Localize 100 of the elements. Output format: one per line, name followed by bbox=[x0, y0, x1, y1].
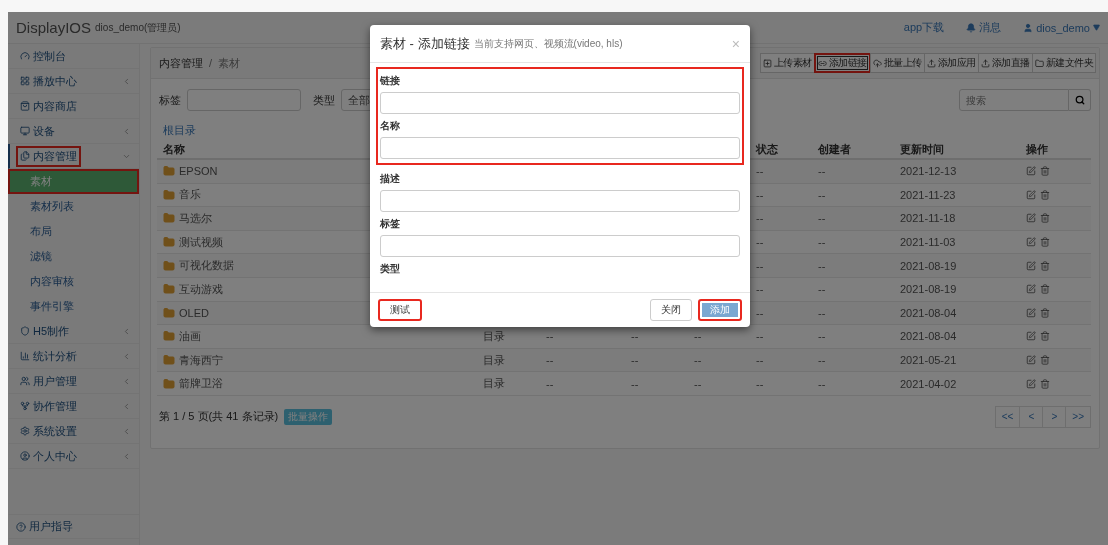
toolbar-button[interactable]: 新建文件夹 bbox=[1031, 53, 1096, 73]
trash-icon[interactable] bbox=[1040, 331, 1050, 342]
toolbar-button[interactable]: 添加链接 bbox=[813, 53, 871, 73]
input-field[interactable] bbox=[380, 137, 740, 159]
sidebar-item[interactable]: 设备 bbox=[8, 119, 139, 144]
folder-icon bbox=[163, 377, 175, 390]
sidebar-item[interactable]: 个人中心 bbox=[8, 444, 139, 469]
sidebar-item[interactable]: 用户管理 bbox=[8, 369, 139, 394]
help-icon bbox=[16, 521, 26, 532]
breadcrumb-item[interactable]: 素材 bbox=[218, 55, 241, 71]
root-folder-link[interactable]: 根目录 bbox=[163, 123, 196, 138]
edit-icon[interactable] bbox=[1026, 355, 1036, 366]
add-button[interactable]: 添加 bbox=[698, 299, 742, 321]
folder-icon bbox=[163, 236, 175, 249]
trash-icon[interactable] bbox=[1040, 355, 1050, 366]
table-cell: -- bbox=[756, 330, 764, 343]
table-cell: -- bbox=[694, 330, 702, 343]
user-role: dios_demo(管理员) bbox=[95, 20, 181, 35]
pager-button[interactable]: > bbox=[1042, 405, 1067, 428]
top-nav-link[interactable]: dios_demo bbox=[1023, 21, 1100, 34]
trash-icon[interactable] bbox=[1040, 378, 1050, 389]
top-nav-link[interactable]: app下载 bbox=[903, 20, 945, 35]
sidebar-item[interactable]: 控制台 bbox=[8, 44, 139, 69]
edit-icon[interactable] bbox=[1026, 378, 1036, 389]
table-cell: 目录 bbox=[483, 352, 505, 368]
search-field[interactable]: 搜索 bbox=[959, 89, 1069, 111]
submenu-item[interactable]: 内容审核 bbox=[8, 269, 139, 294]
trash-icon[interactable] bbox=[1040, 307, 1050, 318]
toolbar-button[interactable]: 添加直播 bbox=[977, 53, 1033, 73]
trash-icon[interactable] bbox=[1040, 213, 1050, 224]
bell-icon bbox=[966, 22, 977, 33]
submenu-item[interactable]: 布局 bbox=[8, 219, 139, 244]
table-cell: -- bbox=[756, 259, 764, 272]
folder-name[interactable]: 箭牌卫浴 bbox=[179, 376, 223, 392]
input-field[interactable] bbox=[380, 190, 740, 212]
folder-name[interactable]: EPSON bbox=[179, 165, 218, 178]
menu-icon bbox=[20, 151, 30, 161]
sidebar-item[interactable]: 系统设置 bbox=[8, 419, 139, 444]
sidebar-item[interactable]: 用户指导 bbox=[8, 514, 139, 539]
edit-icon[interactable] bbox=[1026, 331, 1036, 342]
column-header: 创建者 bbox=[818, 141, 851, 157]
close-button[interactable]: × bbox=[731, 35, 740, 52]
submenu-item[interactable]: 素材列表 bbox=[8, 194, 139, 219]
folder-name[interactable]: OLED bbox=[179, 306, 209, 319]
pager-button[interactable]: < bbox=[1019, 405, 1044, 428]
edit-icon[interactable] bbox=[1026, 260, 1036, 271]
search-button[interactable] bbox=[1069, 89, 1091, 111]
submenu-item[interactable]: 事件引擎 bbox=[8, 294, 139, 319]
chevron-left-icon bbox=[122, 126, 131, 136]
batch-action-button[interactable]: 批量操作 bbox=[284, 408, 333, 425]
menu-icon bbox=[20, 51, 30, 61]
pager-button[interactable]: << bbox=[994, 405, 1021, 428]
breadcrumb-item[interactable]: 内容管理 bbox=[159, 55, 203, 71]
dialog-title: 素材 - 添加链接 bbox=[380, 34, 470, 53]
sidebar-item[interactable]: 统计分析 bbox=[8, 344, 139, 369]
folder-name[interactable]: 青海西宁 bbox=[179, 352, 223, 368]
field-label: 标签 bbox=[380, 217, 401, 231]
edit-icon[interactable] bbox=[1026, 189, 1036, 200]
pager-button[interactable]: >> bbox=[1065, 405, 1091, 428]
edit-icon[interactable] bbox=[1026, 166, 1036, 177]
sidebar-item[interactable]: 协作管理 bbox=[8, 394, 139, 419]
folder-name[interactable]: 测试视频 bbox=[179, 234, 223, 250]
dialog-button[interactable]: 关闭 bbox=[650, 299, 692, 321]
submenu-item[interactable]: 滤镜 bbox=[8, 244, 139, 269]
folder-name[interactable]: 互动游戏 bbox=[179, 281, 223, 297]
trash-icon[interactable] bbox=[1040, 284, 1050, 295]
trash-icon[interactable] bbox=[1040, 237, 1050, 248]
folder-name[interactable]: 油画 bbox=[179, 328, 201, 344]
sidebar-item[interactable]: 播放中心 bbox=[8, 69, 139, 94]
edit-icon[interactable] bbox=[1026, 237, 1036, 248]
trash-icon[interactable] bbox=[1040, 166, 1050, 177]
trash-icon[interactable] bbox=[1040, 189, 1050, 200]
toolbar-button[interactable]: 添加应用 bbox=[923, 53, 979, 73]
table-cell: -- bbox=[694, 354, 702, 367]
edit-icon[interactable] bbox=[1026, 213, 1036, 224]
table-cell: -- bbox=[694, 377, 702, 390]
submenu-item[interactable]: 素材 bbox=[8, 169, 139, 194]
tag-filter-field[interactable] bbox=[187, 89, 301, 111]
breadcrumb-separator: / bbox=[209, 57, 213, 69]
toolbar-button[interactable]: 批量上传 bbox=[869, 53, 925, 73]
folder-name[interactable]: 马选尔 bbox=[179, 211, 212, 226]
menu-icon bbox=[20, 126, 30, 136]
trash-icon[interactable] bbox=[1040, 260, 1050, 271]
edit-icon[interactable] bbox=[1026, 284, 1036, 295]
sidebar-item[interactable]: H5制作 bbox=[8, 319, 139, 344]
table-cell: -- bbox=[818, 259, 826, 272]
table-cell: -- bbox=[756, 188, 764, 201]
sidebar-item-label: H5制作 bbox=[16, 320, 74, 342]
top-nav-link[interactable]: 消息 bbox=[966, 20, 1002, 35]
folder-name[interactable]: 音乐 bbox=[179, 187, 201, 203]
sidebar-item[interactable]: 内容商店 bbox=[8, 94, 139, 119]
table-cell: 2021-08-19 bbox=[900, 283, 957, 296]
folder-name[interactable]: 可视化数据 bbox=[179, 258, 234, 274]
edit-icon[interactable] bbox=[1026, 307, 1036, 318]
menu-icon bbox=[20, 451, 30, 461]
input-field[interactable] bbox=[380, 92, 740, 114]
dialog-button[interactable]: 测试 bbox=[378, 299, 422, 321]
table-cell: -- bbox=[546, 377, 554, 390]
toolbar-button[interactable]: 上传素材 bbox=[759, 53, 815, 73]
input-field[interactable] bbox=[380, 235, 740, 257]
